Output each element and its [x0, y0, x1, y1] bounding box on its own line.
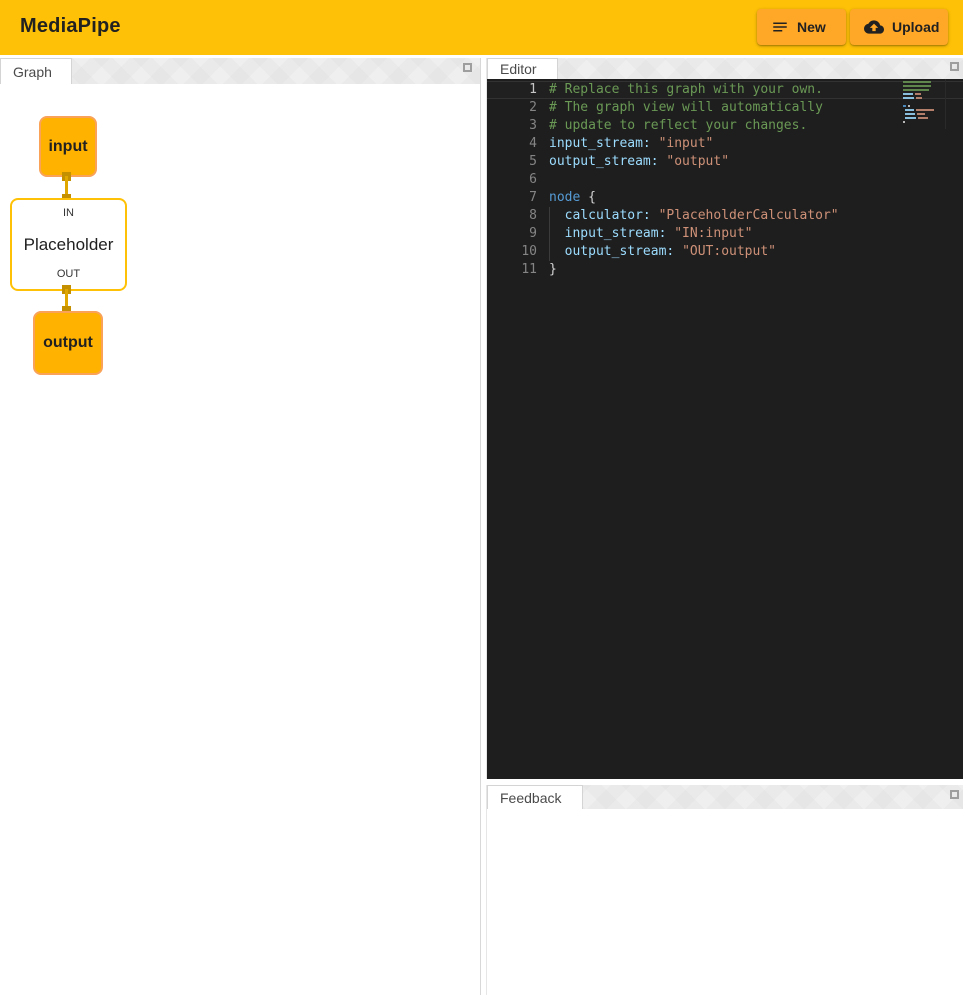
tab-editor-label: Editor	[500, 61, 537, 77]
cloud-upload-icon	[864, 17, 884, 37]
graph-node-placeholder[interactable]: IN Placeholder OUT	[10, 198, 127, 291]
graph-node-output-label: output	[43, 334, 93, 352]
graph-panel: Graph input IN Placeholder OUT output	[0, 58, 481, 995]
minimap-divider	[945, 79, 946, 129]
code-line-7: 7node {	[487, 189, 963, 207]
out-port-label: OUT	[12, 268, 125, 280]
line-number: 11	[487, 261, 537, 279]
graph-tabstrip: Graph	[0, 58, 480, 85]
minimap-row	[903, 121, 943, 125]
code-line-11: 11}	[487, 261, 963, 279]
line-number: 8	[487, 207, 537, 225]
tab-feedback-label: Feedback	[500, 790, 561, 806]
code-line-5: 5output_stream: "output"	[487, 153, 963, 171]
graph-node-output[interactable]: output	[33, 311, 103, 375]
code-line-1: 1# Replace this graph with your own.	[487, 81, 963, 99]
maximize-icon[interactable]	[463, 63, 472, 72]
notes-icon	[771, 18, 789, 36]
new-button[interactable]: New	[757, 9, 846, 45]
minimap[interactable]	[903, 81, 943, 125]
editor-panel: Editor 1# Replace this graph with your o…	[486, 58, 963, 779]
feedback-tabstrip: Feedback	[487, 785, 963, 810]
mediapipe-visualizer: MediaPipe New Upload Graph input	[0, 0, 963, 995]
line-number: 5	[487, 153, 537, 171]
maximize-icon[interactable]	[950, 62, 959, 71]
line-number: 10	[487, 243, 537, 261]
graph-node-input[interactable]: input	[39, 116, 97, 177]
app-header: MediaPipe New Upload	[0, 0, 963, 55]
maximize-icon[interactable]	[950, 790, 959, 799]
code-line-3: 3# update to reflect your changes.	[487, 117, 963, 135]
code-line-4: 4input_stream: "input"	[487, 135, 963, 153]
line-number: 9	[487, 225, 537, 243]
code-line-8: 8 calculator: "PlaceholderCalculator"	[487, 207, 963, 225]
feedback-panel: Feedback	[486, 785, 963, 995]
in-port-label: IN	[12, 207, 125, 219]
graph-canvas[interactable]: input IN Placeholder OUT output	[0, 84, 480, 995]
upload-button-label: Upload	[892, 19, 939, 35]
tab-editor[interactable]: Editor	[487, 58, 558, 79]
code-line-9: 9 input_stream: "IN:input"	[487, 225, 963, 243]
code-line-10: 10 output_stream: "OUT:output"	[487, 243, 963, 261]
graph-node-placeholder-label: Placeholder	[24, 235, 114, 255]
line-number: 1	[487, 81, 537, 99]
line-number: 3	[487, 117, 537, 135]
tab-feedback[interactable]: Feedback	[487, 785, 583, 809]
code-editor[interactable]: 1# Replace this graph with your own.2# T…	[487, 79, 963, 779]
upload-button[interactable]: Upload	[850, 9, 948, 45]
line-number: 2	[487, 99, 537, 117]
code-line-2: 2# The graph view will automatically	[487, 99, 963, 117]
tab-graph[interactable]: Graph	[0, 58, 72, 84]
app-title: MediaPipe	[20, 15, 121, 38]
feedback-content	[487, 809, 963, 995]
graph-node-input-label: input	[48, 138, 87, 156]
editor-tabstrip: Editor	[487, 58, 963, 80]
new-button-label: New	[797, 19, 826, 35]
line-number: 7	[487, 189, 537, 207]
code-line-6: 6	[487, 171, 963, 189]
line-number: 6	[487, 171, 537, 189]
code-lines: 1# Replace this graph with your own.2# T…	[487, 81, 963, 279]
line-number: 4	[487, 135, 537, 153]
tab-graph-label: Graph	[13, 64, 52, 80]
